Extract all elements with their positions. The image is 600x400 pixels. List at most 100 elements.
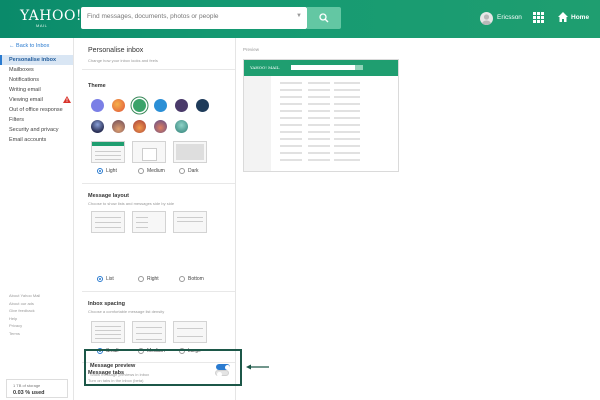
search-options-chevron-icon[interactable]: ▼ — [296, 13, 302, 19]
footer-link[interactable]: About Yahoo Mail — [9, 292, 40, 300]
theme-swatch-dusk[interactable] — [175, 99, 188, 112]
theme-light-thumbnail[interactable] — [91, 141, 125, 163]
warning-icon — [63, 96, 71, 103]
sidebar-item-filters[interactable]: Filters — [0, 115, 73, 125]
personalise-panel: Personalise inbox Change how your inbox … — [82, 38, 236, 400]
theme-swatch-sunset[interactable] — [112, 99, 125, 112]
search-placeholder: Find messages, documents, photos or peop… — [87, 13, 219, 20]
theme-light-radio[interactable] — [97, 168, 103, 174]
footer-link[interactable]: Privacy — [9, 322, 40, 330]
search-button[interactable] — [307, 7, 341, 29]
spacing-medium-thumbnail[interactable] — [132, 321, 166, 343]
sidebar-item-viewing-email[interactable]: Viewing email — [0, 95, 73, 105]
sidebar-item-email-accounts[interactable]: Email accounts — [0, 135, 73, 145]
theme-swatch-night-sky[interactable] — [91, 120, 104, 133]
layout-list-thumbnail[interactable] — [91, 211, 125, 233]
inbox-preview: YAHOO! MAIL — [243, 59, 399, 172]
sidebar-item-security-privacy[interactable]: Security and privacy — [0, 125, 73, 135]
spacing-large-thumbnail[interactable] — [173, 321, 207, 343]
preview-search — [291, 65, 355, 70]
theme-swatch-navy[interactable] — [196, 99, 209, 112]
preview-row-line — [334, 131, 360, 133]
theme-title: Theme — [88, 83, 106, 89]
message-preview-title: Message preview — [90, 363, 136, 369]
spacing-small-thumbnail[interactable] — [91, 321, 125, 343]
footer-link[interactable]: Help — [9, 315, 40, 323]
layout-right-label: Right — [147, 276, 159, 282]
preview-row-line — [308, 117, 330, 119]
top-header: YAHOO! MAIL Find messages, documents, ph… — [0, 0, 600, 38]
theme-swatch-sunrise[interactable] — [133, 120, 146, 133]
preview-row-line — [334, 152, 360, 154]
preview-row-line — [280, 152, 302, 154]
sidebar-item-out-of-office[interactable]: Out of office response — [0, 105, 73, 115]
theme-medium-radio[interactable] — [138, 168, 144, 174]
preview-row-line — [280, 96, 302, 98]
yahoo-logo-sub: MAIL — [36, 23, 48, 28]
preview-row-line — [280, 82, 302, 84]
theme-medium-thumbnail[interactable] — [132, 141, 166, 163]
theme-light-label: Light — [106, 168, 117, 174]
preview-row-line — [334, 110, 360, 112]
sidebar-item-personalise-inbox[interactable]: Personalise inbox — [0, 55, 73, 65]
theme-swatch-desert[interactable] — [112, 120, 125, 133]
theme-swatch-blue[interactable] — [154, 99, 167, 112]
settings-nav-list: Personalise inbox Mailboxes Notification… — [0, 55, 73, 145]
theme-swatch-purple[interactable] — [91, 99, 104, 112]
preview-row-line — [334, 138, 360, 140]
preview-row-line — [308, 124, 330, 126]
sidebar-item-writing-email[interactable]: Writing email — [0, 85, 73, 95]
footer-link[interactable]: Terms — [9, 330, 40, 338]
footer-link[interactable]: Give feedback — [9, 307, 40, 315]
preview-row-line — [308, 152, 330, 154]
preview-row-line — [308, 82, 330, 84]
layout-right-thumbnail[interactable] — [132, 211, 166, 233]
message-layout-subtitle: Choose to show lists and messages side b… — [88, 201, 175, 206]
preview-row-line — [308, 96, 330, 98]
back-to-inbox-link[interactable]: ← Back to Inbox — [9, 43, 49, 49]
avatar[interactable] — [480, 12, 493, 25]
divider — [82, 291, 235, 292]
preview-logo: YAHOO! MAIL — [250, 65, 280, 70]
preview-row-line — [280, 89, 302, 91]
layout-right-radio[interactable] — [138, 276, 144, 282]
message-preview-toggle[interactable] — [216, 364, 230, 370]
search-input[interactable]: Find messages, documents, photos or peop… — [81, 7, 307, 29]
theme-swatch-city[interactable] — [154, 120, 167, 133]
theme-medium-label: Medium — [147, 168, 165, 174]
preview-sidebar — [244, 76, 271, 171]
theme-dark-thumbnail[interactable] — [173, 141, 207, 163]
yahoo-logo[interactable]: YAHOO! — [20, 9, 82, 23]
theme-swatch-mountain[interactable] — [175, 120, 188, 133]
preview-label: Preview — [243, 47, 260, 52]
layout-bottom-radio[interactable] — [179, 276, 185, 282]
preview-row-line — [280, 124, 302, 126]
preview-row-line — [280, 117, 302, 119]
layout-list-radio[interactable] — [97, 276, 103, 282]
settings-sidebar: ← Back to Inbox Personalise inbox Mailbo… — [0, 38, 74, 400]
preview-row-line — [308, 131, 330, 133]
divider — [82, 183, 235, 184]
preview-row-line — [280, 138, 302, 140]
preview-row-line — [308, 89, 330, 91]
theme-dark-radio[interactable] — [179, 168, 185, 174]
layout-bottom-thumbnail[interactable] — [173, 211, 207, 233]
preview-row-line — [334, 124, 360, 126]
home-link[interactable]: Home — [571, 14, 589, 21]
message-preview-highlight: Message preview Show message previews in… — [84, 349, 242, 386]
preview-row-line — [308, 138, 330, 140]
preview-row-line — [334, 117, 360, 119]
sidebar-item-mailboxes[interactable]: Mailboxes — [0, 65, 73, 75]
preview-row-line — [308, 159, 330, 161]
footer-links: About Yahoo Mail About our ads Give feed… — [9, 292, 40, 338]
storage-meter: 1 TB of storage 0.03 % used — [6, 379, 68, 398]
theme-dark-label: Dark — [188, 168, 199, 174]
pointer-arrow-icon — [246, 364, 269, 370]
apps-grid-icon[interactable] — [533, 12, 544, 23]
sidebar-item-notifications[interactable]: Notifications — [0, 75, 73, 85]
divider — [82, 69, 235, 70]
footer-link[interactable]: About our ads — [9, 300, 40, 308]
theme-swatch-green[interactable] — [133, 99, 146, 112]
user-name[interactable]: Ericsson — [497, 14, 522, 21]
home-icon[interactable] — [557, 11, 569, 23]
